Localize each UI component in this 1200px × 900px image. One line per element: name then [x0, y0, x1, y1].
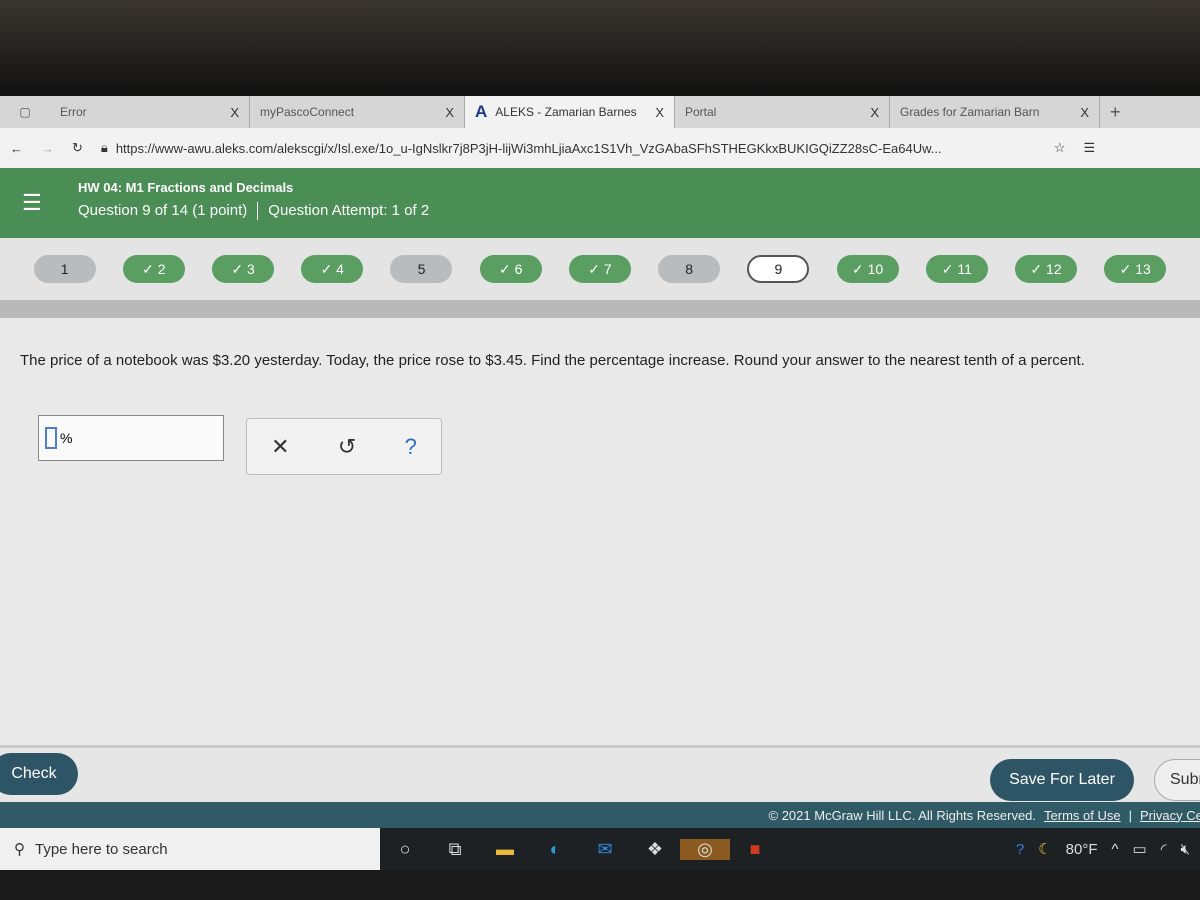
tab-aleks[interactable]: A ALEKS - Zamarian Barnes X: [465, 96, 675, 128]
question-number: Question 9 of 14 (1 point): [78, 202, 248, 219]
question-nav-6[interactable]: ✓ 6: [479, 255, 542, 283]
submit-button[interactable]: Submit: [1154, 759, 1200, 801]
question-attempt: Question Attempt: 1 of 2: [268, 202, 430, 219]
cortana-icon[interactable]: ○: [380, 839, 430, 860]
undo-button[interactable]: ↺: [338, 434, 356, 460]
dropbox-icon[interactable]: ❖: [630, 839, 680, 860]
edge-icon[interactable]: ◐: [530, 839, 580, 860]
screen-bezel: [0, 0, 1200, 96]
check-button[interactable]: Check: [0, 753, 78, 795]
question-text: The price of a notebook was $3.20 yester…: [20, 352, 1085, 369]
save-for-later-button[interactable]: Save For Later: [990, 759, 1134, 801]
clear-button[interactable]: ✕: [271, 434, 289, 460]
question-nav-11[interactable]: ✓ 11: [925, 255, 988, 283]
question-nav-10[interactable]: ✓ 10: [836, 255, 899, 283]
wifi-icon[interactable]: ◜: [1161, 840, 1167, 858]
favorites-list-icon[interactable]: ☰: [1083, 140, 1095, 156]
question-nav-7[interactable]: ✓ 7: [568, 255, 631, 283]
privacy-link[interactable]: Privacy Center: [1140, 808, 1200, 823]
search-icon: ⚲: [14, 841, 25, 858]
tab-error[interactable]: Error X: [50, 96, 250, 128]
task-view-icon[interactable]: ⧉: [430, 839, 480, 860]
battery-icon[interactable]: ▭: [1133, 840, 1147, 858]
question-nav-9[interactable]: 9: [747, 255, 810, 283]
question-nav-13[interactable]: ✓ 13: [1104, 255, 1167, 283]
question-nav-4[interactable]: ✓ 4: [301, 255, 364, 283]
tab-label: Grades for Zamarian Barn: [900, 105, 1040, 119]
tab-actions-icon[interactable]: ▢: [0, 105, 50, 119]
action-bar: Check Save For Later Submit: [0, 745, 1200, 802]
tab-label: myPascoConnect: [260, 105, 355, 119]
question-navigation: 1 ✓ 2 ✓ 3 ✓ 4 5 ✓ 6 ✓ 7 8 9 ✓ 10 ✓ 11 ✓ 12 ✓ 13: [0, 238, 1200, 300]
help-button[interactable]: ?: [405, 434, 417, 460]
new-tab-button[interactable]: +: [1100, 102, 1121, 123]
help-icon[interactable]: ?: [1016, 841, 1024, 858]
refresh-icon[interactable]: ↻: [72, 140, 83, 156]
close-icon[interactable]: X: [230, 105, 239, 120]
menu-icon[interactable]: ☰: [22, 190, 42, 216]
tab-mypasco[interactable]: myPascoConnect X: [250, 96, 465, 128]
tab-label: ALEKS - Zamarian Barnes: [495, 105, 637, 119]
assignment-title: HW 04: M1 Fractions and Decimals: [78, 180, 294, 195]
back-icon[interactable]: ←: [10, 141, 23, 156]
taskbar-search[interactable]: ⚲ Type here to search: [0, 828, 380, 870]
chevron-up-icon[interactable]: ^: [1112, 841, 1119, 858]
terms-link[interactable]: Terms of Use: [1044, 808, 1121, 823]
mail-icon[interactable]: ✉: [580, 839, 630, 860]
question-info: Question 9 of 14 (1 point) Question Attem…: [78, 202, 430, 221]
lock-icon: 🔒︎: [100, 140, 108, 155]
weather-moon-icon[interactable]: ☾: [1038, 840, 1051, 858]
close-icon[interactable]: X: [1080, 105, 1089, 120]
tab-grades[interactable]: Grades for Zamarian Barn X: [890, 96, 1100, 128]
question-area: The price of a notebook was $3.20 yester…: [0, 318, 1200, 745]
question-nav-2[interactable]: ✓ 2: [122, 255, 185, 283]
answer-toolbox: ✕ ↺ ?: [246, 418, 442, 475]
question-nav-5[interactable]: 5: [390, 255, 453, 283]
file-explorer-icon[interactable]: ▬: [480, 839, 530, 860]
text-cursor: [45, 427, 57, 449]
divider: [0, 300, 1200, 318]
footer: © 2021 McGraw Hill LLC. All Rights Reser…: [0, 802, 1200, 828]
address-bar: ← → ↻ 🔒︎ https://www-awu.aleks.com/aleks…: [0, 128, 1200, 168]
close-icon[interactable]: X: [445, 105, 454, 120]
answer-input[interactable]: %: [38, 415, 224, 461]
assignment-header: ☰ HW 04: M1 Fractions and Decimals Quest…: [0, 168, 1200, 238]
url-input[interactable]: https://www-awu.aleks.com/alekscgi/x/Isl…: [116, 141, 1036, 156]
system-tray: ? ☾ 80°F ^ ▭ ◜ 🔇︎: [1016, 840, 1200, 859]
percent-unit: %: [60, 430, 73, 446]
temperature[interactable]: 80°F: [1066, 841, 1098, 858]
favorite-icon[interactable]: ☆: [1054, 140, 1066, 156]
copyright: © 2021 McGraw Hill LLC. All Rights Reser…: [768, 807, 1037, 823]
app-icon[interactable]: ◎: [680, 838, 730, 860]
question-nav-8[interactable]: 8: [658, 255, 721, 283]
tab-portal[interactable]: Portal X: [675, 96, 890, 128]
question-nav-12[interactable]: ✓ 12: [1015, 255, 1078, 283]
taskbar: ⚲ Type here to search ○ ⧉ ▬ ◐ ✉ ❖ ◎ ■ ? ☾…: [0, 828, 1200, 870]
search-placeholder: Type here to search: [35, 840, 168, 858]
question-nav-3[interactable]: ✓ 3: [212, 255, 275, 283]
tab-label: Error: [60, 105, 87, 119]
tab-label: Portal: [685, 105, 717, 119]
forward-icon[interactable]: →: [41, 141, 54, 156]
volume-muted-icon[interactable]: 🔇︎: [1181, 841, 1190, 858]
close-icon[interactable]: X: [655, 105, 664, 120]
close-icon[interactable]: X: [870, 105, 879, 120]
roblox-icon[interactable]: ■: [730, 839, 780, 860]
aleks-logo-icon: A: [475, 102, 488, 121]
tab-bar: ▢ Error X myPascoConnect X A ALEKS - Zamari…: [0, 96, 1200, 128]
question-nav-1[interactable]: 1: [33, 255, 96, 283]
